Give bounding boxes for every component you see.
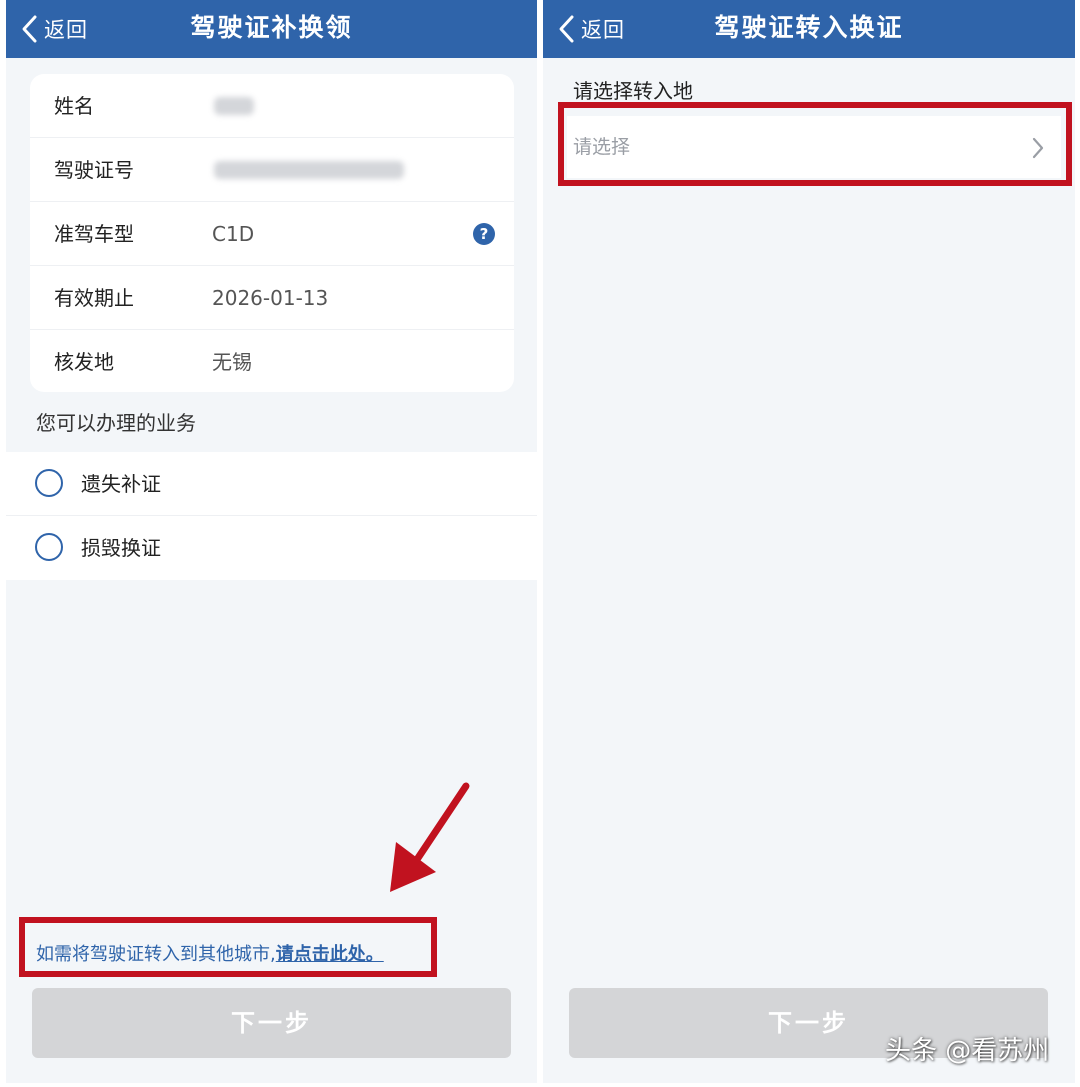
right-header: 返回 驾驶证转入换证 — [543, 0, 1075, 58]
highlight-box — [558, 102, 1072, 186]
business-options: 遗失补证 损毁换证 — [6, 452, 537, 580]
info-label: 姓名 — [54, 94, 94, 118]
right-screen: 返回 驾驶证转入换证 请选择转入地 请选择 下一步 — [543, 0, 1075, 1083]
left-screen: 返回 驾驶证补换领 姓名 驾驶证号 准驾车型 C1D ? 有效期止 2026-0… — [6, 0, 537, 1083]
info-row-expiry: 有效期止 2026-01-13 — [30, 266, 514, 330]
watermark: 头条 @看苏州 — [885, 1036, 1050, 1066]
info-label: 驾驶证号 — [54, 158, 134, 182]
info-label: 核发地 — [54, 350, 114, 374]
page-title: 驾驶证转入换证 — [714, 13, 904, 42]
transfer-link-strong[interactable]: 请点击此处。 — [276, 944, 384, 965]
license-info-card: 姓名 驾驶证号 准驾车型 C1D ? 有效期止 2026-01-13 核发地 无… — [30, 74, 514, 392]
info-label: 准驾车型 — [54, 222, 134, 246]
option-label: 遗失补证 — [81, 472, 161, 496]
option-lost-reissue[interactable]: 遗失补证 — [6, 452, 537, 516]
question-circle-icon[interactable]: ? — [473, 223, 495, 245]
redacted-name — [214, 97, 254, 115]
arrow-icon — [390, 782, 470, 892]
transfer-link[interactable]: 如需将驾驶证转入到其他城市,请点击此处。 — [36, 940, 384, 966]
info-label: 有效期止 — [54, 286, 134, 310]
info-value: 2026-01-13 — [212, 286, 329, 310]
radio-button[interactable] — [35, 469, 63, 497]
info-value: C1D — [212, 222, 255, 246]
select-label: 请选择转入地 — [573, 79, 693, 103]
transfer-text: 如需将驾驶证转入到其他城市, — [36, 944, 276, 965]
section-title: 您可以办理的业务 — [36, 411, 196, 435]
option-label: 损毁换证 — [81, 536, 161, 560]
left-header: 返回 驾驶证补换领 — [6, 0, 537, 58]
info-row-issuing-place: 核发地 无锡 — [30, 330, 514, 392]
option-damaged-replace[interactable]: 损毁换证 — [6, 516, 537, 580]
redacted-license-number — [214, 161, 404, 179]
info-row-name: 姓名 — [30, 74, 514, 138]
radio-button[interactable] — [35, 533, 63, 561]
page-title: 驾驶证补换领 — [190, 13, 353, 42]
info-row-vehicle-class: 准驾车型 C1D ? — [30, 202, 514, 266]
info-value: 无锡 — [212, 350, 252, 374]
next-button[interactable]: 下一步 — [32, 988, 511, 1058]
info-row-license-number: 驾驶证号 — [30, 138, 514, 202]
